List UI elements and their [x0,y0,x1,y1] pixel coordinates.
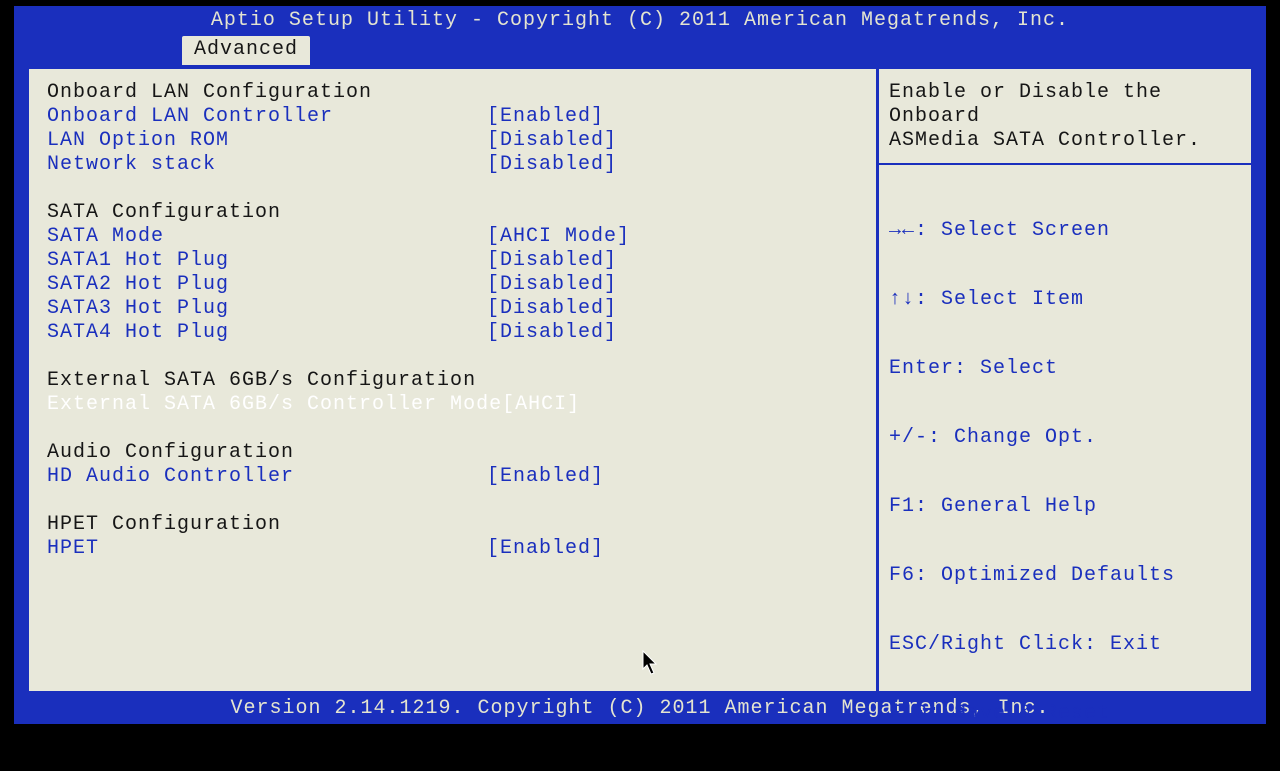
setting-label: Network stack [47,153,487,177]
tab-advanced[interactable]: Advanced [182,36,310,65]
section-onboard-lan: Onboard LAN Configuration [47,81,868,105]
setting-value: [Disabled] [487,297,617,321]
legend-exit: ESC/Right Click: Exit [889,633,1241,656]
setting-lan-option-rom[interactable]: LAN Option ROM [Disabled] [47,129,868,153]
setting-onboard-lan-controller[interactable]: Onboard LAN Controller [Enabled] [47,105,868,129]
setting-value: [Enabled] [487,465,604,489]
legend-enter: Enter: Select [889,357,1241,380]
setting-value: [Disabled] [487,153,617,177]
section-header-label: SATA Configuration [47,201,487,225]
work-area: Onboard LAN Configuration Onboard LAN Co… [26,66,1254,694]
setting-label: SATA Mode [47,225,487,249]
help-divider [879,163,1251,165]
help-text-line: Enable or Disable the Onboard [889,81,1241,129]
setting-value: [Disabled] [487,249,617,273]
setting-label: SATA2 Hot Plug [47,273,487,297]
legend-optimized: F6: Optimized Defaults [889,564,1241,587]
setting-sata4-hotplug[interactable]: SATA4 Hot Plug [Disabled] [47,321,868,345]
setting-value: [Enabled] [487,537,604,561]
setting-value: [AHCI] [502,393,580,417]
setting-value: [Disabled] [487,129,617,153]
legend-change-opt: +/-: Change Opt. [889,426,1241,449]
legend-select-screen: →←: Select Screen [889,219,1241,242]
key-legend: →←: Select Screen ↑↓: Select Item Enter:… [889,173,1241,771]
legend-save-reset: F10: Save & Reset [889,702,1241,725]
setting-label: HD Audio Controller [47,465,487,489]
blank-row [47,489,868,513]
setting-label: Onboard LAN Controller [47,105,487,129]
setting-value: [Disabled] [487,273,617,297]
setting-external-sata-controller-mode[interactable]: External SATA 6GB/s Controller Mode [AHC… [47,393,868,417]
setting-sata-mode[interactable]: SATA Mode [AHCI Mode] [47,225,868,249]
help-pane: Enable or Disable the Onboard ASMedia SA… [879,69,1251,691]
section-header-label: Onboard LAN Configuration [47,81,487,105]
setting-sata2-hotplug[interactable]: SATA2 Hot Plug [Disabled] [47,273,868,297]
blank-row [47,177,868,201]
setting-hd-audio-controller[interactable]: HD Audio Controller [Enabled] [47,465,868,489]
blank-row [47,345,868,369]
section-audio: Audio Configuration [47,441,868,465]
menu-tab-row: Advanced [14,36,1266,66]
setting-value: [AHCI Mode] [487,225,630,249]
title-bar: Aptio Setup Utility - Copyright (C) 2011… [14,6,1266,36]
setting-label: SATA4 Hot Plug [47,321,487,345]
setting-label: SATA3 Hot Plug [47,297,487,321]
section-header-label: External SATA 6GB/s Configuration [47,369,487,393]
section-header-label: HPET Configuration [47,513,487,537]
section-header-label: Audio Configuration [47,441,487,465]
setting-label: HPET [47,537,487,561]
help-text-line: ASMedia SATA Controller. [889,129,1241,153]
bios-screen: Aptio Setup Utility - Copyright (C) 2011… [14,6,1266,724]
setting-sata1-hotplug[interactable]: SATA1 Hot Plug [Disabled] [47,249,868,273]
section-sata: SATA Configuration [47,201,868,225]
setting-sata3-hotplug[interactable]: SATA3 Hot Plug [Disabled] [47,297,868,321]
setting-label: SATA1 Hot Plug [47,249,487,273]
main-settings-pane: Onboard LAN Configuration Onboard LAN Co… [29,69,879,691]
help-text: Enable or Disable the Onboard ASMedia SA… [889,81,1241,153]
legend-general-help: F1: General Help [889,495,1241,518]
setting-value: [Enabled] [487,105,604,129]
section-hpet: HPET Configuration [47,513,868,537]
setting-label: External SATA 6GB/s Controller Mode [47,393,502,417]
setting-label: LAN Option ROM [47,129,487,153]
setting-value: [Disabled] [487,321,617,345]
legend-select-item: ↑↓: Select Item [889,288,1241,311]
setting-hpet[interactable]: HPET [Enabled] [47,537,868,561]
blank-row [47,417,868,441]
setting-network-stack[interactable]: Network stack [Disabled] [47,153,868,177]
section-external-sata: External SATA 6GB/s Configuration [47,369,868,393]
